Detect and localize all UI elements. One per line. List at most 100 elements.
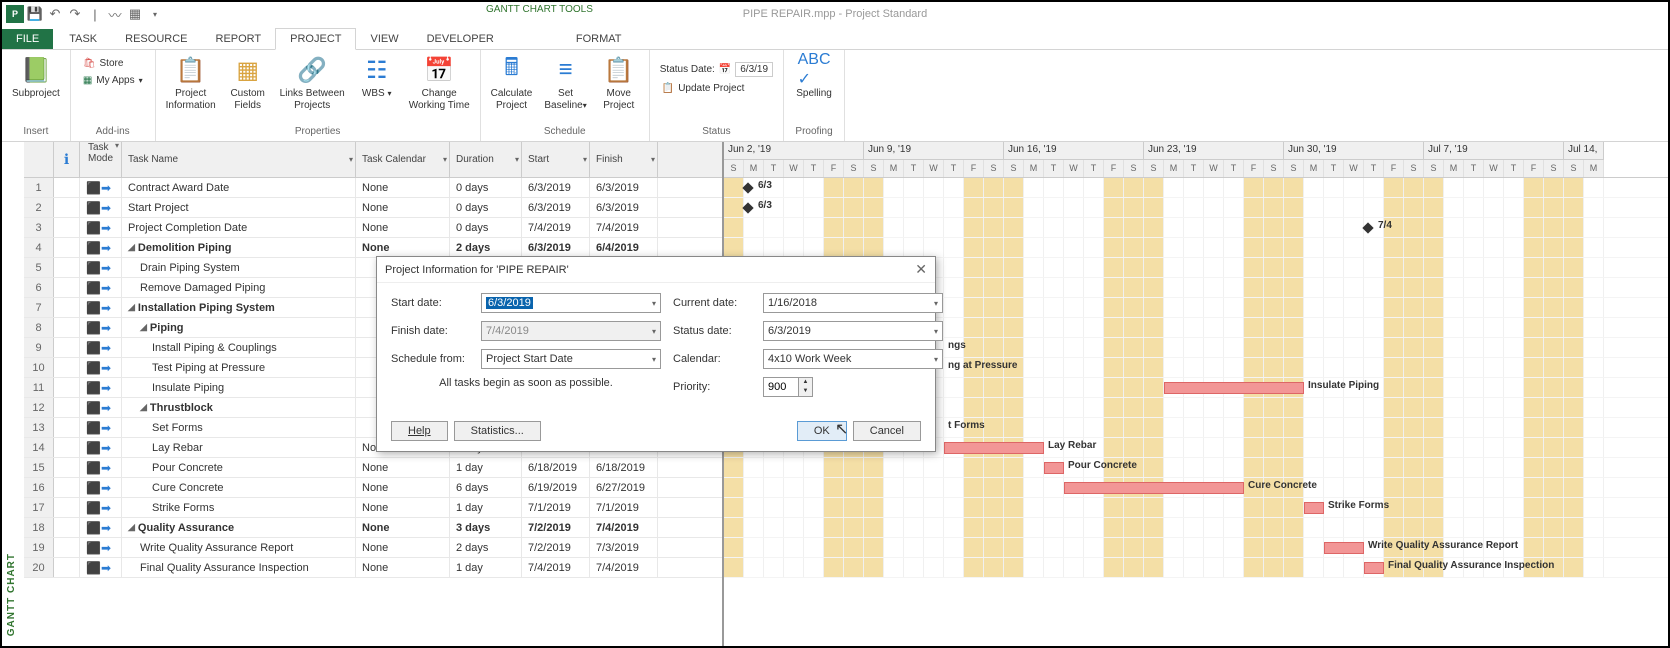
close-icon[interactable]: ✕ <box>915 261 927 278</box>
task-mode-cell[interactable]: ⬛➡ <box>80 558 122 577</box>
task-mode-cell[interactable]: ⬛➡ <box>80 238 122 257</box>
info-cell[interactable] <box>54 338 80 357</box>
calculate-project-button[interactable]: 🖩Calculate Project <box>487 52 537 114</box>
task-bar[interactable] <box>1064 482 1244 494</box>
task-name-cell[interactable]: ◢Thrustblock <box>122 398 356 417</box>
task-mode-cell[interactable]: ⬛➡ <box>80 198 122 217</box>
task-name-cell[interactable]: ◢Demolition Piping <box>122 238 356 257</box>
table-row[interactable]: 2 ⬛➡ Start Project None 0 days 6/3/2019 … <box>24 198 722 218</box>
project-information-button[interactable]: 📋Project Information <box>162 52 220 114</box>
task-mode-cell[interactable]: ⬛➡ <box>80 518 122 537</box>
priority-input[interactable] <box>763 377 799 397</box>
row-number[interactable]: 5 <box>24 258 54 277</box>
start-cell[interactable]: 6/18/2019 <box>522 458 590 477</box>
info-cell[interactable] <box>54 278 80 297</box>
start-cell[interactable]: 7/2/2019 <box>522 518 590 537</box>
calendar-cell[interactable]: None <box>356 238 450 257</box>
task-name-cell[interactable]: Project Completion Date <box>122 218 356 237</box>
start-cell[interactable]: 6/19/2019 <box>522 478 590 497</box>
task-mode-cell[interactable]: ⬛➡ <box>80 438 122 457</box>
developer-tab[interactable]: DEVELOPER <box>413 29 508 49</box>
task-mode-cell[interactable]: ⬛➡ <box>80 538 122 557</box>
file-tab[interactable]: FILE <box>2 29 53 49</box>
wbs-button[interactable]: ☷WBS ▾ <box>353 52 401 102</box>
finish-cell[interactable]: 7/4/2019 <box>590 518 658 537</box>
task-mode-cell[interactable]: ⬛➡ <box>80 278 122 297</box>
move-project-button[interactable]: 📋Move Project <box>595 52 643 114</box>
task-name-cell[interactable]: Write Quality Assurance Report <box>122 538 356 557</box>
duration-header[interactable]: Duration▾ <box>450 142 522 177</box>
task-name-cell[interactable]: Pour Concrete <box>122 458 356 477</box>
custom-fields-button[interactable]: ▦Custom Fields <box>224 52 272 114</box>
task-name-cell[interactable]: Remove Damaged Piping <box>122 278 356 297</box>
start-cell[interactable]: 6/3/2019 <box>522 178 590 197</box>
change-working-time-button[interactable]: 📅Change Working Time <box>405 52 474 114</box>
task-name-cell[interactable]: Cure Concrete <box>122 478 356 497</box>
report-tab[interactable]: REPORT <box>202 29 276 49</box>
start-cell[interactable]: 7/2/2019 <box>522 538 590 557</box>
row-header[interactable] <box>24 142 54 177</box>
info-cell[interactable] <box>54 178 80 197</box>
task-tab[interactable]: TASK <box>55 29 111 49</box>
duration-cell[interactable]: 0 days <box>450 178 522 197</box>
task-name-cell[interactable]: ◢Installation Piping System <box>122 298 356 317</box>
start-cell[interactable]: 6/3/2019 <box>522 238 590 257</box>
view-tab[interactable]: VIEW <box>356 29 412 49</box>
table-icon[interactable]: ▦ <box>126 5 144 23</box>
status-date-value[interactable]: 6/3/19 <box>735 62 773 77</box>
info-cell[interactable] <box>54 458 80 477</box>
table-row[interactable]: 20 ⬛➡ Final Quality Assurance Inspection… <box>24 558 722 578</box>
calendar-cell[interactable]: None <box>356 198 450 217</box>
task-name-cell[interactable]: Set Forms <box>122 418 356 437</box>
row-number[interactable]: 4 <box>24 238 54 257</box>
task-mode-cell[interactable]: ⬛➡ <box>80 218 122 237</box>
spin-down-icon[interactable]: ▼ <box>799 387 812 396</box>
start-header[interactable]: Start▾ <box>522 142 590 177</box>
task-name-cell[interactable]: Drain Piping System <box>122 258 356 277</box>
qat-dropdown-icon[interactable]: ▾ <box>146 5 164 23</box>
table-row[interactable]: 19 ⬛➡ Write Quality Assurance Report Non… <box>24 538 722 558</box>
task-mode-header[interactable]: Task Mode▾ <box>80 142 122 177</box>
info-cell[interactable] <box>54 298 80 317</box>
task-mode-cell[interactable]: ⬛➡ <box>80 478 122 497</box>
finish-cell[interactable]: 7/4/2019 <box>590 218 658 237</box>
subproject-button[interactable]: 📗 Subproject <box>8 52 64 102</box>
calendar-cell[interactable]: None <box>356 458 450 477</box>
task-bar[interactable] <box>1304 502 1324 514</box>
task-mode-cell[interactable]: ⬛➡ <box>80 458 122 477</box>
task-mode-cell[interactable]: ⬛➡ <box>80 318 122 337</box>
row-number[interactable]: 15 <box>24 458 54 477</box>
task-name-cell[interactable]: Insulate Piping <box>122 378 356 397</box>
save-icon[interactable]: 💾 <box>26 5 44 23</box>
info-cell[interactable] <box>54 258 80 277</box>
info-cell[interactable] <box>54 538 80 557</box>
info-cell[interactable] <box>54 398 80 417</box>
row-number[interactable]: 12 <box>24 398 54 417</box>
duration-cell[interactable]: 2 days <box>450 538 522 557</box>
update-project-button[interactable]: 📋Update Project <box>658 81 775 96</box>
calendar-cell[interactable]: None <box>356 478 450 497</box>
task-name-cell[interactable]: Test Piping at Pressure <box>122 358 356 377</box>
task-mode-cell[interactable]: ⬛➡ <box>80 418 122 437</box>
task-name-cell[interactable]: ◢Piping <box>122 318 356 337</box>
task-mode-cell[interactable]: ⬛➡ <box>80 398 122 417</box>
task-calendar-header[interactable]: Task Calendar▾ <box>356 142 450 177</box>
project-tab[interactable]: PROJECT <box>275 28 356 50</box>
table-row[interactable]: 4 ⬛➡ ◢Demolition Piping None 2 days 6/3/… <box>24 238 722 258</box>
calendar-cell[interactable]: None <box>356 538 450 557</box>
row-number[interactable]: 14 <box>24 438 54 457</box>
calendar-cell[interactable]: None <box>356 518 450 537</box>
start-cell[interactable]: 7/4/2019 <box>522 558 590 577</box>
task-bar[interactable] <box>944 442 1044 454</box>
row-number[interactable]: 19 <box>24 538 54 557</box>
task-mode-cell[interactable]: ⬛➡ <box>80 258 122 277</box>
status-date-input[interactable]: 6/3/2019▾ <box>763 321 943 341</box>
table-row[interactable]: 18 ⬛➡ ◢Quality Assurance None 3 days 7/2… <box>24 518 722 538</box>
current-date-input[interactable]: 1/16/2018▾ <box>763 293 943 313</box>
task-mode-cell[interactable]: ⬛➡ <box>80 338 122 357</box>
duration-cell[interactable]: 1 day <box>450 458 522 477</box>
task-mode-cell[interactable]: ⬛➡ <box>80 378 122 397</box>
duration-cell[interactable]: 1 day <box>450 558 522 577</box>
finish-cell[interactable]: 7/3/2019 <box>590 538 658 557</box>
task-mode-cell[interactable]: ⬛➡ <box>80 298 122 317</box>
